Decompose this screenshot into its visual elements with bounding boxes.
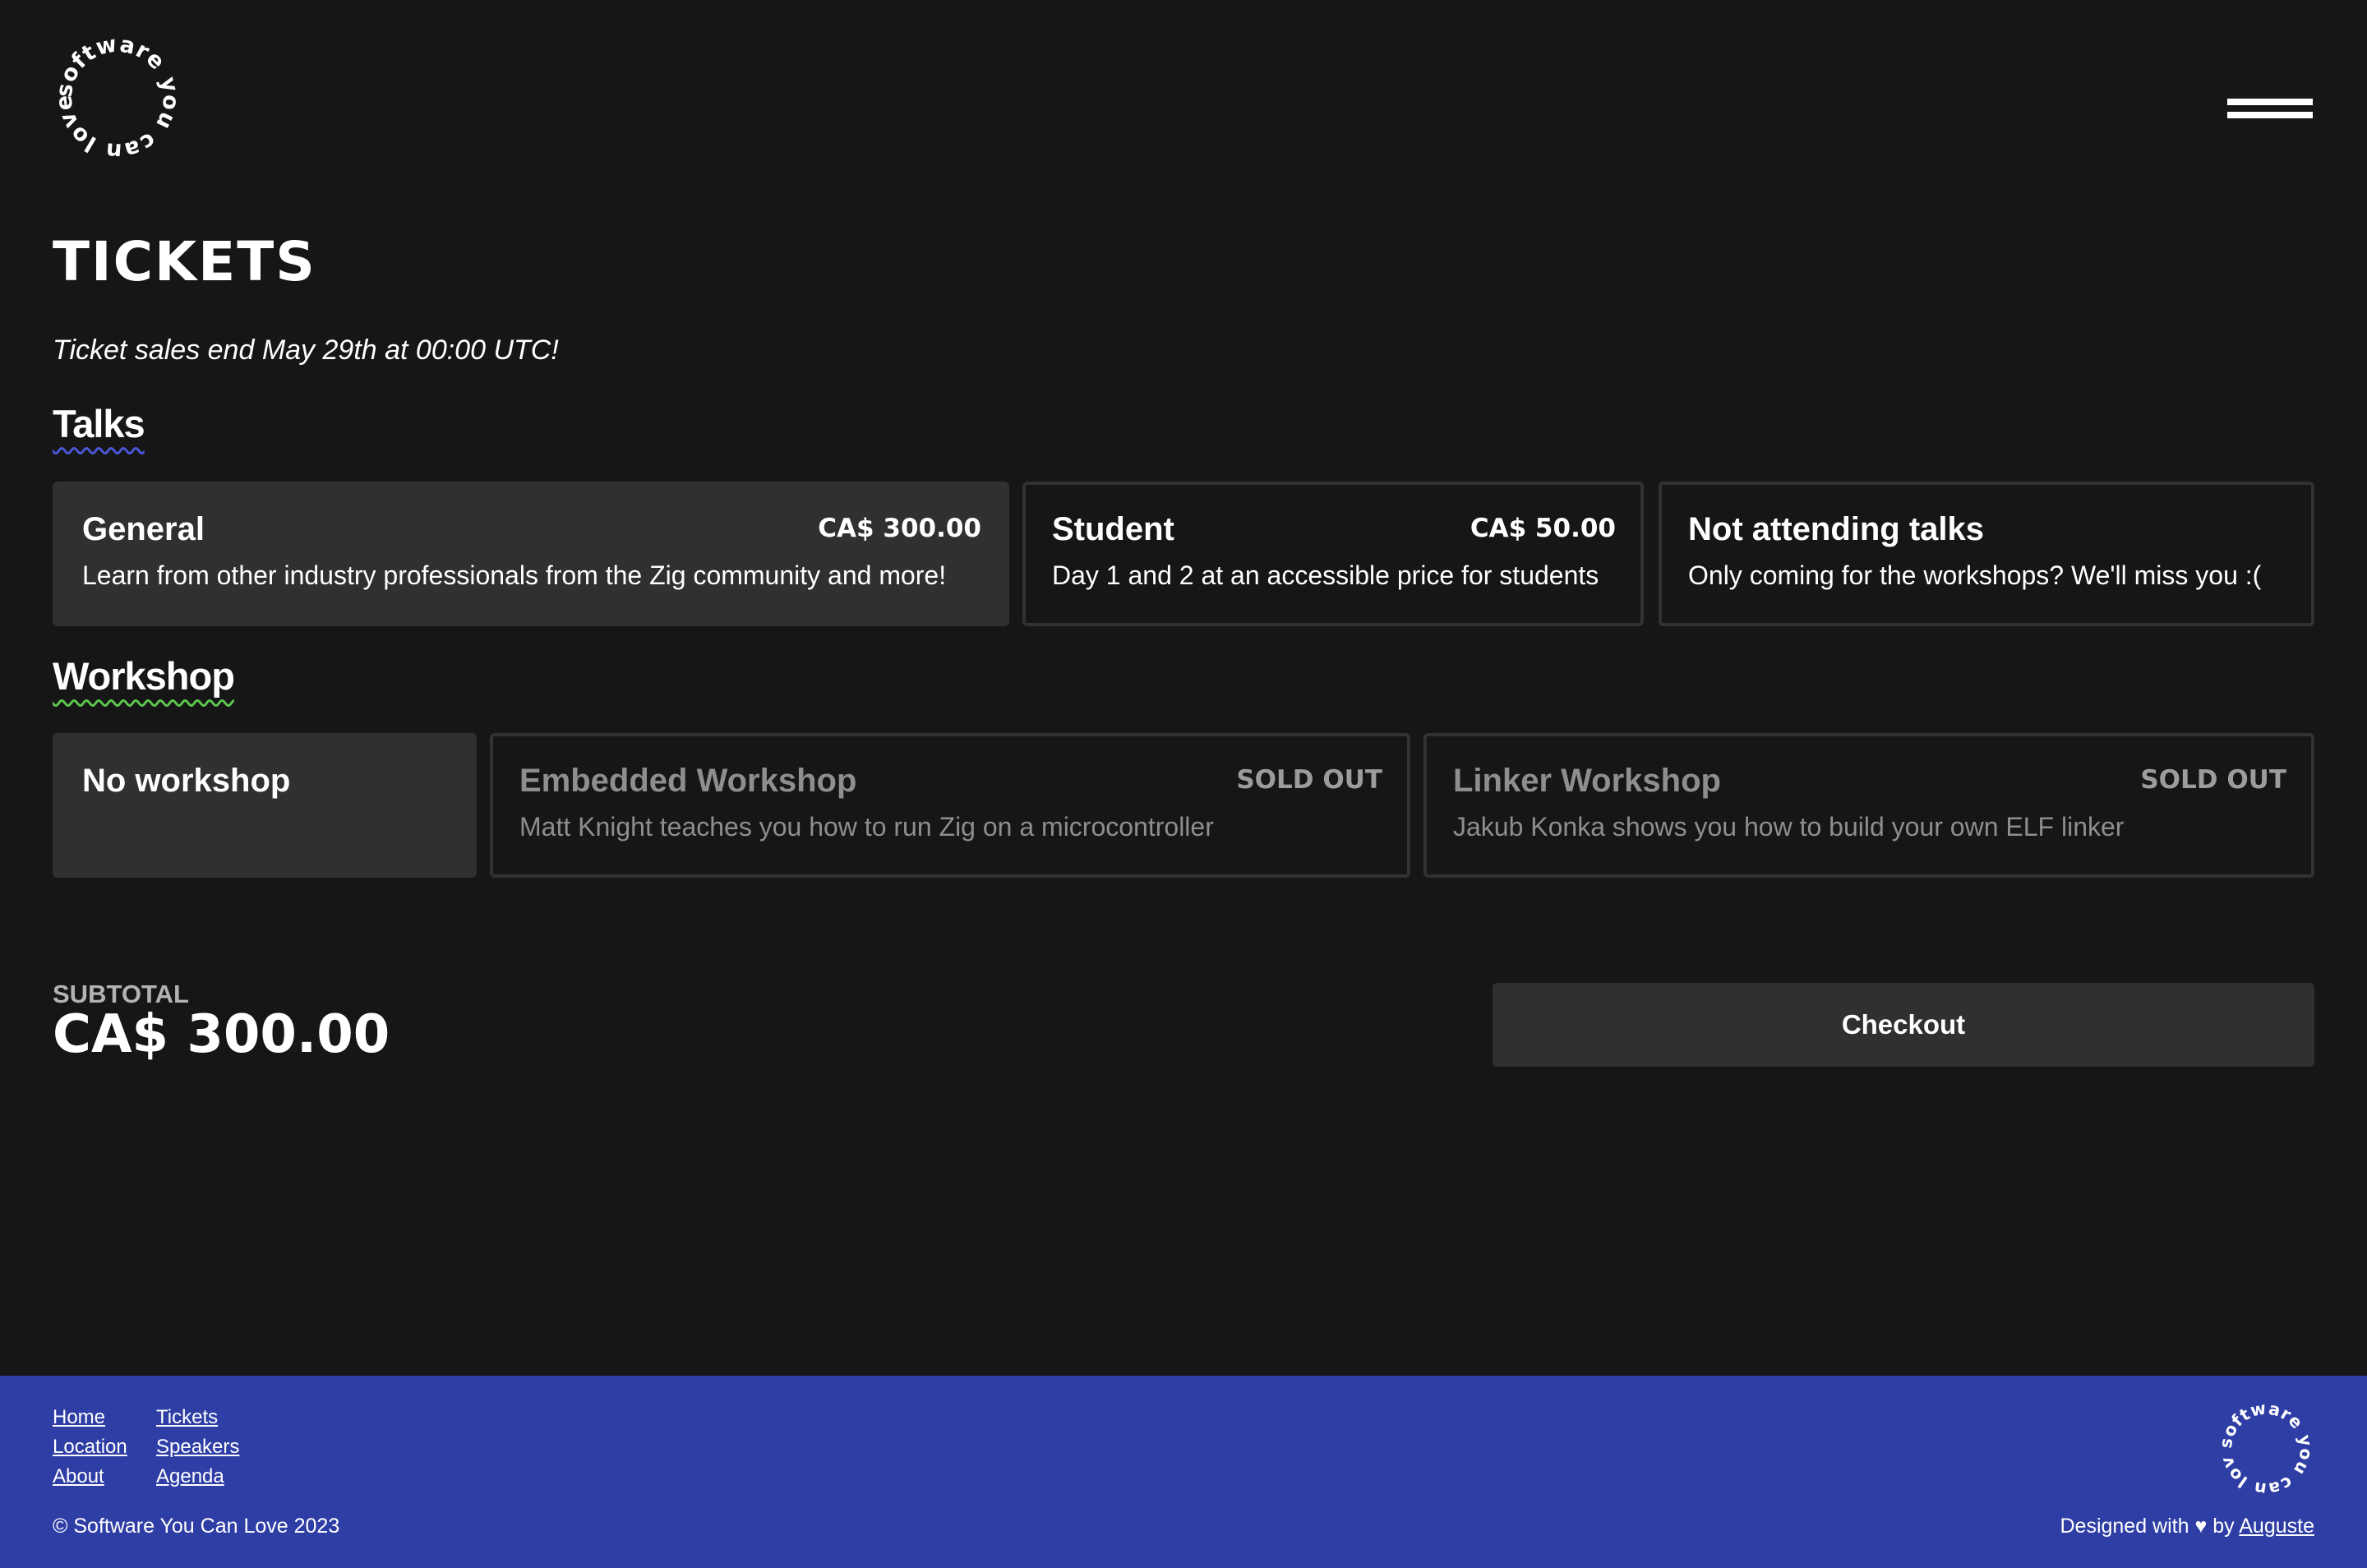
hamburger-menu-icon[interactable] [2227, 97, 2313, 122]
ticket-description: Day 1 and 2 at an accessible price for s… [1052, 560, 1599, 590]
footer-link-about[interactable]: About [53, 1467, 104, 1487]
credit-prefix: Designed with [2060, 1515, 2189, 1538]
footer-link-agenda[interactable]: Agenda [156, 1467, 224, 1487]
ticket-name: General [82, 511, 205, 547]
site-logo[interactable]: software you can love [49, 30, 186, 166]
designer-link[interactable]: Auguste [2239, 1515, 2314, 1538]
talks-heading: Talks [53, 402, 145, 445]
svg-text:software you can love: software you can love [2214, 1397, 2316, 1499]
circular-text-logo-icon: software you can love [51, 31, 183, 164]
menu-bar [2227, 99, 2313, 105]
sold-out-badge: SOLD OUT [1236, 765, 1382, 795]
page-title: TICKETS [53, 230, 316, 293]
sold-out-badge: SOLD OUT [2140, 765, 2286, 795]
workshop-name: Linker Workshop [1453, 763, 1721, 799]
ticket-description: Only coming for the workshops? We'll mis… [1688, 560, 2262, 590]
footer-logo[interactable]: software you can love [2214, 1397, 2318, 1501]
svg-text:software you can love: software you can love [51, 31, 183, 164]
ticket-card-general[interactable]: General CA$ 300.00 Learn from other indu… [53, 482, 1009, 626]
ticket-price: CA$ 300.00 [818, 514, 981, 543]
credit-by: by [2212, 1515, 2235, 1538]
ticket-name: Student [1052, 511, 1174, 547]
workshop-name: Embedded Workshop [519, 763, 857, 799]
footer-link-location[interactable]: Location [53, 1437, 127, 1457]
workshop-description: Jakub Konka shows you how to build your … [1453, 812, 2125, 842]
circular-text-logo-icon: software you can love [2214, 1397, 2316, 1499]
sales-notice: Ticket sales end May 29th at 00:00 UTC! [53, 334, 559, 366]
ticket-price: CA$ 50.00 [1470, 514, 1616, 543]
workshop-name: No workshop [82, 763, 291, 799]
ticket-card-not-attending[interactable]: Not attending talks Only coming for the … [1659, 482, 2314, 626]
ticket-card-student[interactable]: Student CA$ 50.00 Day 1 and 2 at an acce… [1022, 482, 1644, 626]
heart-icon: ♥ [2194, 1515, 2208, 1538]
workshop-card-none[interactable]: No workshop [53, 733, 477, 878]
ticket-name: Not attending talks [1688, 511, 1985, 547]
ticket-description: Learn from other industry professionals … [82, 560, 947, 590]
subtotal-label: SUBTOTAL [53, 980, 189, 1008]
workshop-card-embedded: Embedded Workshop SOLD OUT Matt Knight t… [490, 733, 1410, 878]
menu-bar [2227, 112, 2313, 118]
copyright-text: © Software You Can Love 2023 [53, 1515, 340, 1538]
checkout-button[interactable]: Checkout [1493, 983, 2314, 1067]
subtotal-value: CA$ 300.00 [53, 1004, 390, 1065]
site-footer: Home Location About Tickets Speakers Age… [0, 1376, 2367, 1568]
workshop-heading: Workshop [53, 654, 235, 698]
footer-link-tickets[interactable]: Tickets [156, 1408, 218, 1427]
footer-link-home[interactable]: Home [53, 1408, 105, 1427]
footer-link-speakers[interactable]: Speakers [156, 1437, 239, 1457]
designer-credit: Designed with ♥ by Auguste [2060, 1516, 2314, 1537]
workshop-card-linker: Linker Workshop SOLD OUT Jakub Konka sho… [1423, 733, 2314, 878]
workshop-description: Matt Knight teaches you how to run Zig o… [519, 812, 1214, 842]
